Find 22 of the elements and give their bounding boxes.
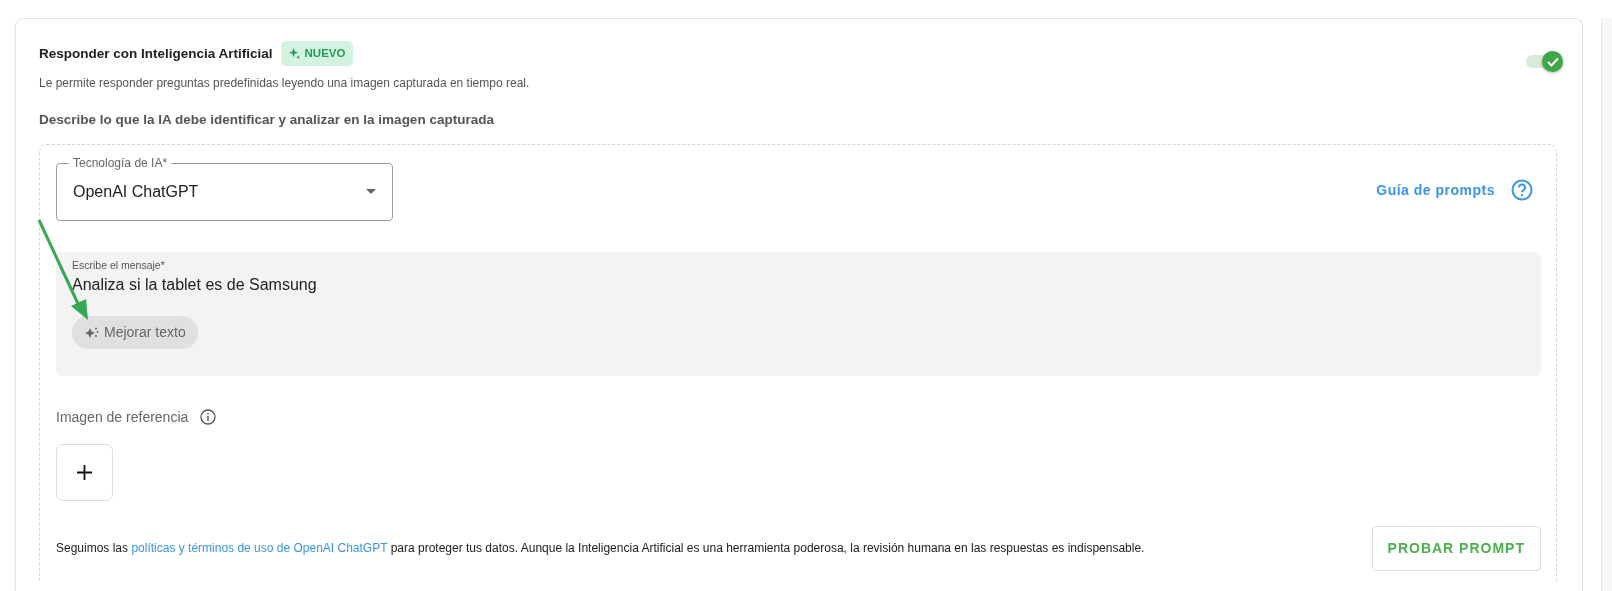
improve-text-button[interactable]: Mejorar texto (72, 316, 198, 350)
field-label: Tecnología de IA* (69, 155, 172, 170)
check-icon (1546, 56, 1559, 67)
toggle-switch[interactable] (1526, 51, 1562, 71)
prompt-guide-link[interactable]: Guía de prompts (1376, 179, 1495, 201)
sparkle-icon (288, 48, 300, 60)
reference-image-label: Imagen de referencia (56, 407, 189, 427)
info-icon[interactable] (200, 409, 217, 425)
disclaimer-text: Seguimos las políticas y términos de uso de OpenAI ChatGPT para proteger tus datos. Aunque la Inteligencia Artificial es una herramienta poderosa, la revisión humana en las respuestas es indispensable. (56, 540, 1145, 557)
new-badge: NUEVO (280, 41, 354, 67)
caret-icon (366, 189, 376, 194)
terms-link[interactable]: políticas y términos de uso de OpenAI ChatGPT (131, 541, 388, 555)
message-field[interactable]: Escribe el mensaje* Analiza si la tablet es de Samsung Mejorar texto (56, 251, 1541, 376)
test-prompt-button[interactable]: PROBAR PROMPT (1371, 525, 1541, 571)
section-title: Responder con Inteligencia Artificial (39, 44, 273, 63)
field-label: Escribe el mensaje* (72, 257, 166, 273)
add-image-button[interactable] (56, 443, 113, 501)
prompt-heading: Describe lo que la IA debe identificar y analizar en la imagen capturada (39, 111, 495, 130)
section-description: Le permite responder preguntas predefinidas leyendo una imagen capturada en tiempo real. (39, 75, 530, 93)
sparkle-icon (84, 326, 99, 340)
plus-icon (77, 464, 92, 480)
help-icon[interactable] (1511, 179, 1533, 201)
